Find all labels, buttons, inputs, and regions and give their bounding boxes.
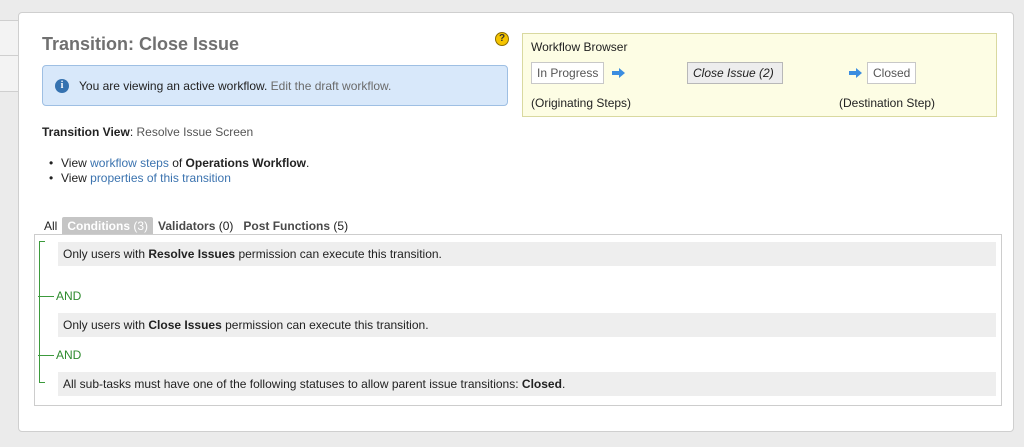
info-text: You are viewing an active workflow. Edit… [79, 79, 391, 93]
workflow-name: Operations Workflow [185, 156, 307, 170]
list-item: View properties of this transition [49, 171, 309, 186]
tab-post-functions-label: Post Functions [243, 219, 331, 233]
tab-post-functions-count: (5) [333, 219, 349, 233]
tab-conditions[interactable]: Conditions (3) [62, 217, 154, 235]
condition-row: Only users with Close Issues permission … [58, 313, 996, 337]
right-arrow-icon [849, 68, 862, 78]
workflow-steps-link[interactable]: workflow steps [90, 156, 169, 170]
transition-properties-link[interactable]: properties of this transition [90, 171, 231, 185]
condition-text: permission can execute this transition. [225, 318, 429, 332]
condition-text: Only users with [63, 318, 146, 332]
originating-steps-caption: (Originating Steps) [531, 96, 632, 110]
conditions-panel: Only users with Resolve Issues permissio… [34, 234, 1002, 406]
view-text: View [61, 171, 87, 185]
period: . [306, 156, 310, 170]
and-label: AND [56, 348, 82, 362]
view-text: View [61, 156, 87, 170]
left-nav-tab[interactable] [0, 20, 18, 92]
condition-text: All sub-tasks must have one of the follo… [63, 377, 519, 391]
page-title: Transition: Close Issue [42, 34, 240, 54]
tab-all[interactable]: All [39, 217, 62, 235]
info-message: i You are viewing an active workflow. Ed… [42, 65, 508, 106]
left-nav-divider [0, 55, 18, 56]
tab-all-label: All [44, 219, 58, 233]
condition-status: Closed [521, 377, 562, 391]
destination-step-caption: (Destination Step) [839, 96, 936, 110]
and-operator: AND [38, 289, 81, 303]
condition-text: permission can execute this transition. [238, 247, 442, 261]
period: . [561, 377, 566, 391]
tab-validators-count: (0) [218, 219, 234, 233]
view-links-list: View workflow steps of Operations Workfl… [49, 156, 309, 186]
transition-view: Transition View: Resolve Issue Screen [42, 125, 254, 139]
transition-tabs: All Conditions (3) Validators (0) Post F… [39, 217, 353, 235]
transition-view-screen: Resolve Issue Screen [136, 125, 254, 139]
tab-post-functions[interactable]: Post Functions (5) [238, 217, 353, 235]
of-text: of [172, 156, 183, 170]
workflow-browser-title: Workflow Browser [531, 40, 628, 54]
and-label: AND [56, 289, 82, 303]
main-panel: Transition: Close Issue ? i You are view… [18, 12, 1014, 432]
current-transition: Close Issue (2) [687, 62, 783, 84]
tab-conditions-label: Conditions [67, 219, 130, 233]
tab-conditions-count: (3) [133, 219, 149, 233]
condition-text: Only users with [63, 247, 146, 261]
info-icon: i [55, 78, 69, 93]
edit-draft-link[interactable]: Edit the draft workflow. [271, 79, 392, 93]
tab-validators[interactable]: Validators (0) [153, 217, 238, 235]
condition-permission: Resolve Issues [148, 247, 236, 261]
condition-row: Only users with Resolve Issues permissio… [58, 242, 996, 266]
condition-permission: Close Issues [148, 318, 222, 332]
help-icon[interactable]: ? [495, 32, 509, 46]
originating-step-in-progress[interactable]: In Progress [531, 62, 605, 84]
tab-validators-label: Validators [158, 219, 216, 233]
transition-view-label: Transition View [42, 125, 130, 139]
and-operator: AND [38, 348, 81, 362]
list-item: View workflow steps of Operations Workfl… [49, 156, 309, 171]
destination-step-closed[interactable]: Closed [867, 62, 917, 84]
info-text-body: You are viewing an active workflow. [79, 78, 268, 93]
condition-row: All sub-tasks must have one of the follo… [58, 372, 996, 396]
right-arrow-icon [612, 68, 625, 78]
workflow-browser: Workflow Browser In Progress Close Issue… [522, 33, 997, 117]
